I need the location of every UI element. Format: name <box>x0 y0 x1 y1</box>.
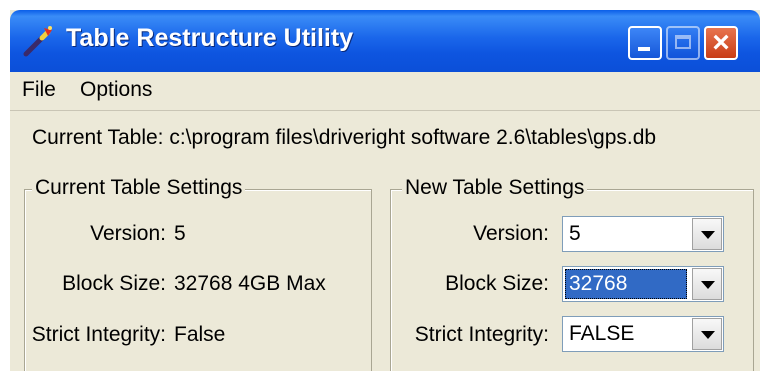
current-version-value: 5 <box>174 222 186 245</box>
new-version-select-value: 5 <box>569 222 581 245</box>
new-strict-integrity-dropdown-button[interactable] <box>692 318 722 350</box>
main-window: Table Restructure Utility × File Options… <box>10 10 760 371</box>
maximize-icon <box>675 35 691 49</box>
close-icon: × <box>712 26 730 59</box>
current-block-size-label: Block Size: <box>62 272 166 295</box>
new-block-size-dropdown-button[interactable] <box>692 268 722 300</box>
new-block-size-label: Block Size: <box>445 272 549 295</box>
menu-bar: File Options <box>10 72 760 111</box>
menu-options[interactable]: Options <box>80 78 152 102</box>
current-version-label: Version: <box>90 222 166 245</box>
window-title: Table Restructure Utility <box>66 24 354 52</box>
current-settings-legend: Current Table Settings <box>32 176 246 200</box>
new-strict-integrity-select-value: FALSE <box>569 322 635 345</box>
chevron-down-icon <box>701 231 715 239</box>
minimize-button[interactable] <box>628 26 662 60</box>
title-bar[interactable]: Table Restructure Utility × <box>10 10 760 72</box>
current-strict-integrity-value: False <box>174 323 226 346</box>
new-strict-integrity-select[interactable]: FALSE <box>562 316 724 352</box>
new-version-label: Version: <box>473 222 549 245</box>
maximize-button[interactable] <box>666 26 700 60</box>
current-strict-integrity-label: Strict Integrity: <box>31 323 166 346</box>
menu-file[interactable]: File <box>22 78 56 102</box>
current-table-label: Current Table: c:\program files\driverig… <box>32 126 657 149</box>
new-block-size-select[interactable]: 32768 <box>562 266 724 302</box>
new-block-size-select-value: 32768 <box>567 272 630 296</box>
new-version-dropdown-button[interactable] <box>692 218 722 250</box>
chevron-down-icon <box>701 331 715 339</box>
close-button[interactable]: × <box>704 26 738 60</box>
new-version-select[interactable]: 5 <box>562 216 724 252</box>
chevron-down-icon <box>701 281 715 289</box>
new-settings-legend: New Table Settings <box>402 176 588 200</box>
current-block-size-value: 32768 4GB Max <box>174 272 326 295</box>
new-strict-integrity-label: Strict Integrity: <box>414 323 549 346</box>
wand-icon <box>23 26 52 57</box>
minimize-icon <box>638 47 650 51</box>
